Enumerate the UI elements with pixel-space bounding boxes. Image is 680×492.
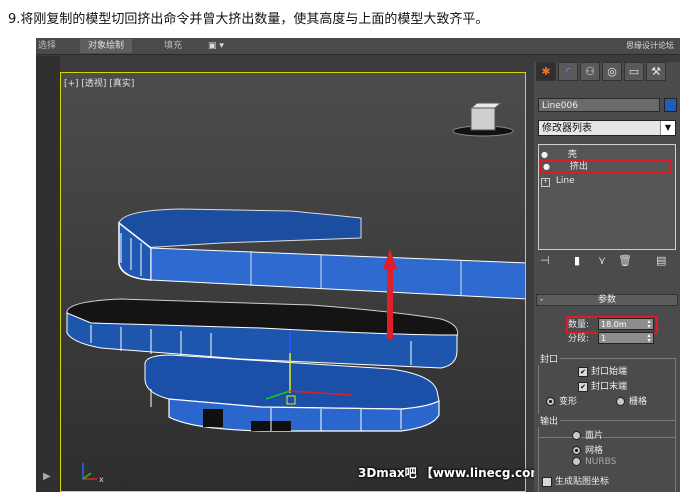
command-panel: ✱ ◜ ⚇ ◎ ▭ ⚒ Line006 修改器列表 ▼ ● 壳 ● 挤出 + L… <box>534 62 680 492</box>
chevron-down-icon[interactable]: ▼ <box>660 121 675 135</box>
viewcube-icon <box>452 102 514 137</box>
make-unique-icon[interactable]: ⋎ <box>598 254 606 267</box>
radio-selected-icon[interactable] <box>546 397 555 406</box>
hierarchy-tab-icon[interactable]: ⚇ <box>580 62 600 81</box>
segments-input[interactable]: 1 ▴ ▾ <box>598 332 654 344</box>
scene-render: x <box>66 102 525 484</box>
modify-tab-icon[interactable]: ◜ <box>558 62 578 81</box>
segments-row: 分段: 1 ▴ ▾ <box>568 332 654 346</box>
spinner-arrows-icon[interactable]: ▴ ▾ <box>645 333 653 344</box>
show-end-result-icon[interactable]: ▮ <box>574 254 580 267</box>
modifier-list-label: 修改器列表 <box>542 123 592 134</box>
stack-item-label: 挤出 <box>569 162 588 172</box>
motion-tab-icon[interactable]: ◎ <box>602 62 622 81</box>
axis-x-label: x <box>99 475 104 484</box>
command-panel-tabs: ✱ ◜ ⚇ ◎ ▭ ⚒ <box>536 62 678 82</box>
perspective-viewport[interactable]: [+] [透视] [真实] x <box>60 72 526 492</box>
parameters-title: 参数 <box>597 295 616 305</box>
object-name-field[interactable]: Line006 <box>538 98 660 112</box>
modifier-stack: ● 壳 ● 挤出 + Line <box>538 144 676 250</box>
generate-mapping-label: 生成贴图坐标 <box>555 477 610 487</box>
output-mesh-radio[interactable]: 网格 <box>572 443 603 456</box>
top-extruded-slab <box>118 208 525 300</box>
radio-icon[interactable] <box>616 397 625 406</box>
cap-end-label: 封口末端 <box>591 382 628 392</box>
morph-label: 变形 <box>559 397 578 407</box>
tab-populate[interactable]: 填充 <box>164 39 182 53</box>
expand-plus-icon[interactable]: + <box>541 178 550 187</box>
spinner-arrows-icon[interactable]: ▴ ▾ <box>645 319 653 330</box>
capping-title: 封口 <box>538 352 561 365</box>
modifier-list-dropdown[interactable]: 修改器列表 ▼ <box>538 120 676 136</box>
stack-item-label: Line <box>555 176 575 186</box>
create-tab-icon[interactable]: ✱ <box>536 62 556 81</box>
axis-tripod-icon <box>82 463 97 480</box>
checkmark-icon[interactable]: ✔ <box>578 381 588 392</box>
checkmark-icon[interactable]: ✔ <box>578 366 588 377</box>
viewport-left-strip: ▶ <box>36 56 60 492</box>
radio-icon[interactable] <box>572 457 581 466</box>
amount-label: 数量: <box>568 320 590 330</box>
instruction-caption: 9.将刚复制的模型切回挤出命令并曾大挤出数量，使其高度与上面的模型大致齐平。 <box>8 12 489 27</box>
tab-object-paint[interactable]: 对象绘制 <box>80 39 133 53</box>
ribbon-tabs: 选择 对象绘制 填充 ▣ ▾ 思缘设计论坛 <box>36 38 680 55</box>
amount-row: 数量: 18.0m ▴ ▾ <box>568 318 654 332</box>
expand-arrow-icon[interactable]: ▶ <box>43 471 51 482</box>
cap-start-checkbox[interactable]: ✔ 封口始端 <box>578 364 627 377</box>
pin-stack-icon[interactable]: ⊣ <box>540 254 550 267</box>
lightbulb-icon[interactable]: ● <box>543 162 553 171</box>
collapse-icon[interactable]: - <box>540 295 543 306</box>
stack-item-label: 壳 <box>567 150 577 160</box>
amount-value: 18.0m <box>601 320 627 329</box>
display-toggle-icon[interactable]: ▣ ▾ <box>208 39 224 53</box>
stack-item-line[interactable]: + Line <box>541 175 671 188</box>
segments-label: 分段: <box>568 334 590 344</box>
utilities-tab-icon[interactable]: ⚒ <box>646 62 666 81</box>
grid-radio[interactable]: 栅格 <box>616 394 647 407</box>
cap-end-checkbox[interactable]: ✔ 封口末端 <box>578 379 627 392</box>
stack-toolbar: ⊣ ▮ ⋎ 🗑 ▤ <box>538 254 676 270</box>
morph-radio[interactable]: 变形 <box>546 394 577 407</box>
mesh-label: 网格 <box>585 446 604 456</box>
segments-value: 1 <box>601 334 607 343</box>
parameters-rollout-header[interactable]: - 参数 <box>536 294 678 306</box>
forum-watermark: 思缘设计论坛 <box>626 41 674 50</box>
configure-sets-icon[interactable]: ▤ <box>656 254 666 267</box>
max-app-window: 选择 对象绘制 填充 ▣ ▾ 思缘设计论坛 ▶ [+] [透视] [真实] x … <box>36 38 680 492</box>
amount-input[interactable]: 18.0m ▴ ▾ <box>598 318 654 330</box>
object-color-swatch[interactable] <box>664 98 677 112</box>
checkbox-icon[interactable] <box>542 476 552 487</box>
stack-item-extrude[interactable]: ● 挤出 <box>539 160 671 173</box>
output-patch-radio[interactable]: 面片 <box>572 428 603 441</box>
output-nurbs-radio[interactable]: NURBS <box>572 457 616 467</box>
radio-selected-icon[interactable] <box>572 446 581 455</box>
patch-label: 面片 <box>585 431 604 441</box>
tab-select[interactable]: 选择 <box>38 39 56 53</box>
grid-label: 栅格 <box>629 397 648 407</box>
display-tab-icon[interactable]: ▭ <box>624 62 644 81</box>
generate-mapping-checkbox[interactable]: 生成贴图坐标 <box>542 474 609 487</box>
nurbs-label: NURBS <box>585 457 617 467</box>
radio-icon[interactable] <box>572 431 581 440</box>
cap-start-label: 封口始端 <box>591 367 628 377</box>
remove-modifier-icon[interactable]: 🗑 <box>618 254 632 267</box>
middle-extruded-slab <box>66 298 459 369</box>
output-title: 输出 <box>538 414 561 427</box>
